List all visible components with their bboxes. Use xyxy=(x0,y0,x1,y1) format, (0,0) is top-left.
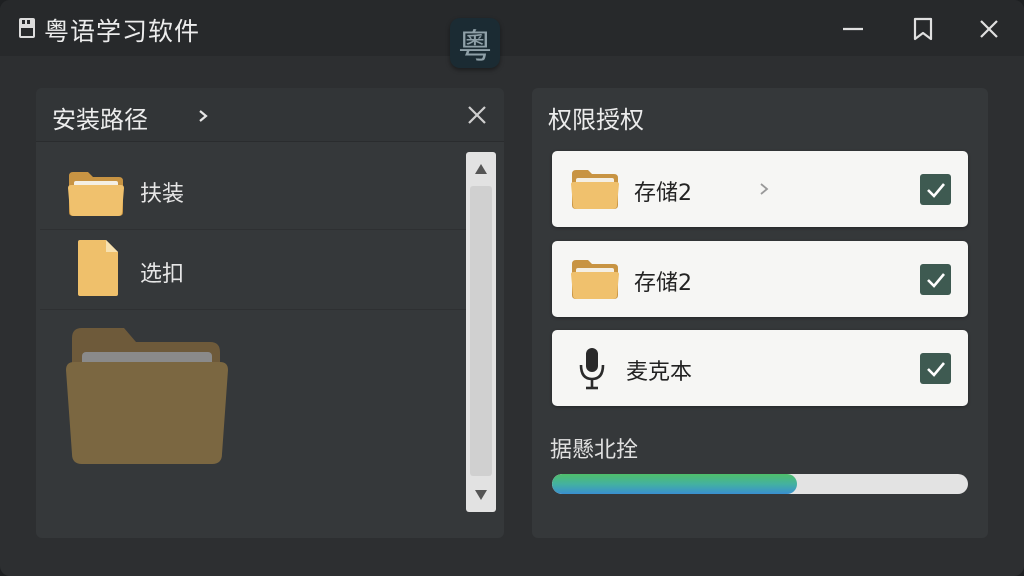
permission-checkbox[interactable] xyxy=(920,174,951,205)
checkmark-icon xyxy=(926,272,945,288)
panel-title: 安装路径 xyxy=(52,106,148,134)
permission-storage-1[interactable]: 存储2 xyxy=(552,151,968,227)
progress-label: 据懸北拴 xyxy=(550,438,639,463)
list-item-label: 选扣 xyxy=(140,262,185,287)
folder-icon xyxy=(68,172,124,216)
document-icon xyxy=(78,240,118,296)
minimize-button[interactable] xyxy=(838,14,868,44)
close-panel-icon[interactable] xyxy=(464,102,490,128)
minimize-icon xyxy=(843,27,863,31)
app-logo: 粵 xyxy=(450,18,500,68)
app-icon xyxy=(19,18,35,38)
permission-checkbox[interactable] xyxy=(920,353,951,384)
progress-bar xyxy=(552,474,968,494)
folder-icon xyxy=(571,170,619,209)
list-item-folder[interactable]: 扶装 xyxy=(40,150,496,230)
folder-icon xyxy=(571,260,619,299)
permission-label: 麦克本 xyxy=(626,360,693,385)
maximize-button[interactable] xyxy=(908,14,938,44)
scroll-up-button[interactable] xyxy=(466,154,496,184)
permission-label: 存储2 xyxy=(634,271,692,296)
close-icon xyxy=(980,20,998,38)
list-item-label: 扶装 xyxy=(140,182,185,207)
title-bar: 粤语学习软件 粵 xyxy=(0,0,1024,68)
large-folder-icon xyxy=(66,328,228,464)
panel-header: 安装路径 xyxy=(36,88,504,142)
panel-title: 权限授权 xyxy=(548,106,644,134)
app-window: 粤语学习软件 粵 安装路径 扶装 选扣 权限授权 存储2 存储2 麦克本 据懸北… xyxy=(0,0,1024,576)
microphone-icon xyxy=(579,348,605,390)
arrow-up-icon xyxy=(475,164,487,174)
permission-storage-2[interactable]: 存储2 xyxy=(552,241,968,317)
permission-checkbox[interactable] xyxy=(920,264,951,295)
scroll-down-button[interactable] xyxy=(466,480,496,510)
checkmark-icon xyxy=(926,182,945,198)
progress-fill xyxy=(552,474,798,494)
install-path-panel: 安装路径 扶装 选扣 xyxy=(36,88,504,538)
scrollbar[interactable] xyxy=(466,152,496,512)
scroll-thumb[interactable] xyxy=(470,186,492,476)
permission-microphone[interactable]: 麦克本 xyxy=(552,330,968,406)
chevron-right-icon[interactable] xyxy=(196,105,210,127)
arrow-down-icon xyxy=(475,490,487,500)
close-window-button[interactable] xyxy=(974,14,1004,44)
list-item-document[interactable]: 选扣 xyxy=(40,230,496,310)
bookmark-icon xyxy=(913,17,933,41)
permission-label: 存储2 xyxy=(634,181,692,206)
app-title: 粤语学习软件 xyxy=(44,17,201,46)
permissions-panel: 权限授权 存储2 存储2 麦克本 据懸北拴 xyxy=(532,88,988,538)
chevron-right-icon xyxy=(760,183,769,195)
checkmark-icon xyxy=(926,361,945,377)
